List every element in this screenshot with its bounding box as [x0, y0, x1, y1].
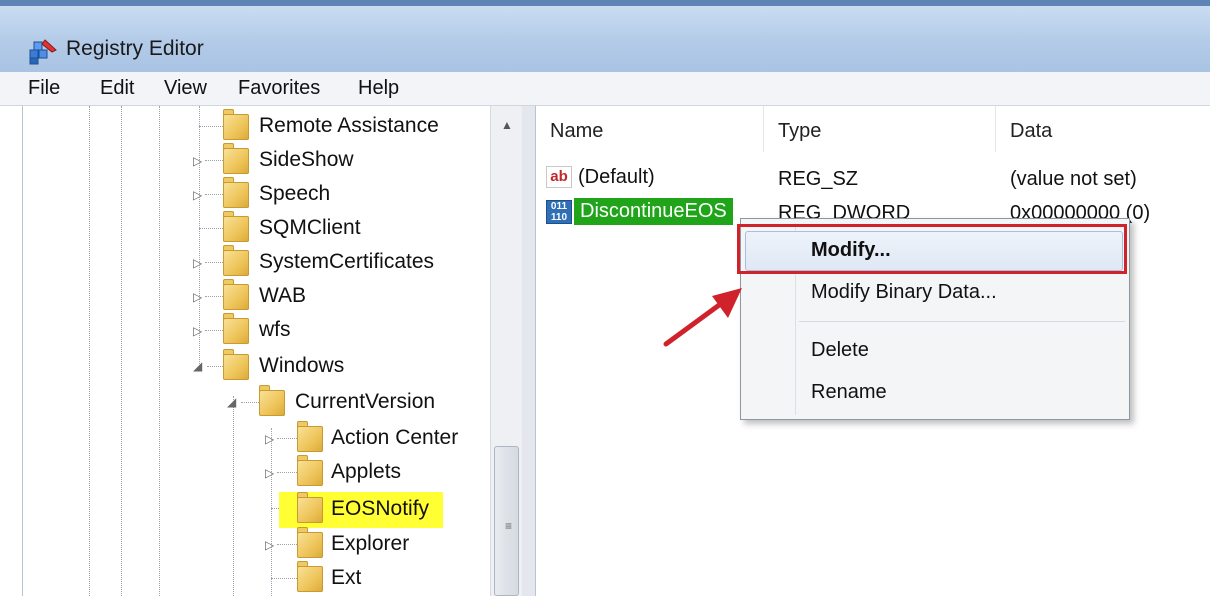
folder-icon	[223, 349, 249, 380]
tree-item-wab[interactable]: ▷ WAB	[23, 279, 503, 314]
column-header-type[interactable]: Type	[764, 106, 996, 152]
tree-item-label: Applets	[331, 460, 402, 483]
value-name: DiscontinueEOS	[574, 198, 733, 225]
tree-guide	[277, 544, 297, 545]
folder-icon	[259, 385, 285, 416]
value-data: (value not set)	[1010, 168, 1137, 190]
tree-item-label: wfs	[259, 318, 291, 341]
menu-view[interactable]: View	[164, 77, 207, 100]
grip-icon: ≡	[505, 519, 513, 533]
folder-icon	[223, 211, 249, 242]
tree-item-action-center[interactable]: ▷ Action Center	[23, 421, 503, 456]
expand-icon[interactable]: ▷	[265, 538, 274, 552]
tree-guide	[205, 194, 223, 195]
folder-icon	[223, 245, 249, 276]
tree-item-label: Remote Assistance	[259, 114, 439, 137]
tree-item-applets[interactable]: ▷ Applets	[23, 455, 503, 490]
tree-guide	[205, 160, 223, 161]
tree-guide	[277, 438, 297, 439]
tree-item-windows[interactable]: ◢ Windows	[23, 349, 503, 384]
expand-icon[interactable]: ▷	[193, 290, 202, 304]
tree-item-remote-assistance[interactable]: Remote Assistance	[23, 109, 503, 144]
tree-item-sqmclient[interactable]: SQMClient	[23, 211, 503, 246]
pane-splitter[interactable]	[522, 106, 536, 596]
dword-value-icon: 011 110	[546, 200, 572, 224]
folder-icon	[297, 455, 323, 486]
tree-guide	[205, 296, 223, 297]
menu-edit[interactable]: Edit	[100, 77, 134, 100]
menu-separator	[799, 321, 1125, 322]
folder-icon	[297, 561, 323, 592]
window-title: Registry Editor	[66, 37, 204, 60]
tree-item-sideshow[interactable]: ▷ SideShow	[23, 143, 503, 178]
tree-item-speech[interactable]: ▷ Speech	[23, 177, 503, 212]
column-header-data[interactable]: Data	[996, 106, 1210, 152]
tree-guide	[205, 262, 223, 263]
tree-item-wfs[interactable]: ▷ wfs	[23, 313, 503, 348]
tree-item-label: Windows	[259, 354, 345, 377]
value-row-default[interactable]: ab (Default) REG_SZ (value not set)	[536, 162, 1210, 196]
menu-help[interactable]: Help	[358, 77, 399, 100]
collapse-icon[interactable]: ◢	[193, 359, 202, 373]
scroll-thumb[interactable]: ≡	[494, 446, 519, 596]
expand-icon[interactable]: ▷	[265, 432, 274, 446]
folder-icon	[223, 279, 249, 310]
folder-icon	[223, 109, 249, 140]
tree-guide	[199, 126, 223, 127]
title-bar: Registry Editor	[0, 0, 1210, 72]
tree-item-label: Speech	[259, 182, 331, 205]
tree-item-label: SystemCertificates	[259, 250, 435, 273]
tree-guide	[207, 366, 223, 367]
tree-guide	[205, 330, 223, 331]
registry-editor-icon	[29, 39, 57, 65]
menu-item-modify-binary[interactable]: Modify Binary Data...	[811, 281, 997, 304]
tree-item-currentversion[interactable]: ◢ CurrentVersion	[23, 385, 503, 420]
menu-favorites[interactable]: Favorites	[238, 77, 320, 100]
folder-icon	[223, 177, 249, 208]
folder-icon	[297, 421, 323, 452]
column-header-label: Name	[550, 120, 604, 142]
tree-guide	[271, 578, 297, 579]
value-name: (Default)	[578, 166, 655, 188]
annotation-box	[737, 224, 1127, 274]
expand-icon[interactable]: ▷	[193, 154, 202, 168]
tree-item-eosnotify[interactable]: EOSNotify	[23, 492, 503, 528]
tree-item-label: EOSNotify	[331, 497, 430, 520]
folder-icon	[297, 527, 323, 558]
column-header-label: Data	[1010, 120, 1053, 142]
scroll-up-icon[interactable]: ▲	[501, 118, 513, 132]
tree-item-label: SideShow	[259, 148, 354, 171]
expand-icon[interactable]: ▷	[193, 324, 202, 338]
folder-icon	[297, 492, 323, 523]
key-tree[interactable]: Remote Assistance ▷ SideShow ▷ Speech SQ…	[22, 106, 522, 596]
tree-guide	[199, 228, 223, 229]
tree-item-systemcertificates[interactable]: ▷ SystemCertificates	[23, 245, 503, 280]
tree-guide	[241, 402, 259, 403]
collapse-icon[interactable]: ◢	[227, 395, 236, 409]
menu-bar: File Edit View Favorites Help	[0, 72, 1210, 106]
tree-item-explorer[interactable]: ▷ Explorer	[23, 527, 503, 562]
folder-icon	[223, 143, 249, 174]
tree-item-label: Action Center	[331, 426, 459, 449]
expand-icon[interactable]: ▷	[193, 256, 202, 270]
tree-item-label: CurrentVersion	[295, 390, 436, 413]
folder-icon	[223, 313, 249, 344]
expand-icon[interactable]: ▷	[265, 466, 274, 480]
expand-icon[interactable]: ▷	[193, 188, 202, 202]
column-header-label: Type	[778, 120, 822, 142]
tree-guide	[277, 472, 297, 473]
menu-item-delete[interactable]: Delete	[811, 339, 869, 362]
tree-scrollbar[interactable]: ▲ ≡	[490, 106, 522, 596]
tree-item-label: SQMClient	[259, 216, 361, 239]
value-type: REG_SZ	[778, 168, 859, 190]
annotation-arrow-icon	[663, 288, 742, 347]
tree-item-label: Explorer	[331, 532, 410, 555]
menu-item-rename[interactable]: Rename	[811, 381, 887, 404]
column-header-name[interactable]: Name	[536, 106, 764, 152]
string-value-icon: ab	[546, 166, 572, 188]
tree-item-label: WAB	[259, 284, 307, 307]
tree-item-ext[interactable]: Ext	[23, 561, 503, 596]
tree-item-label: Ext	[331, 566, 362, 589]
menu-file[interactable]: File	[28, 77, 60, 100]
